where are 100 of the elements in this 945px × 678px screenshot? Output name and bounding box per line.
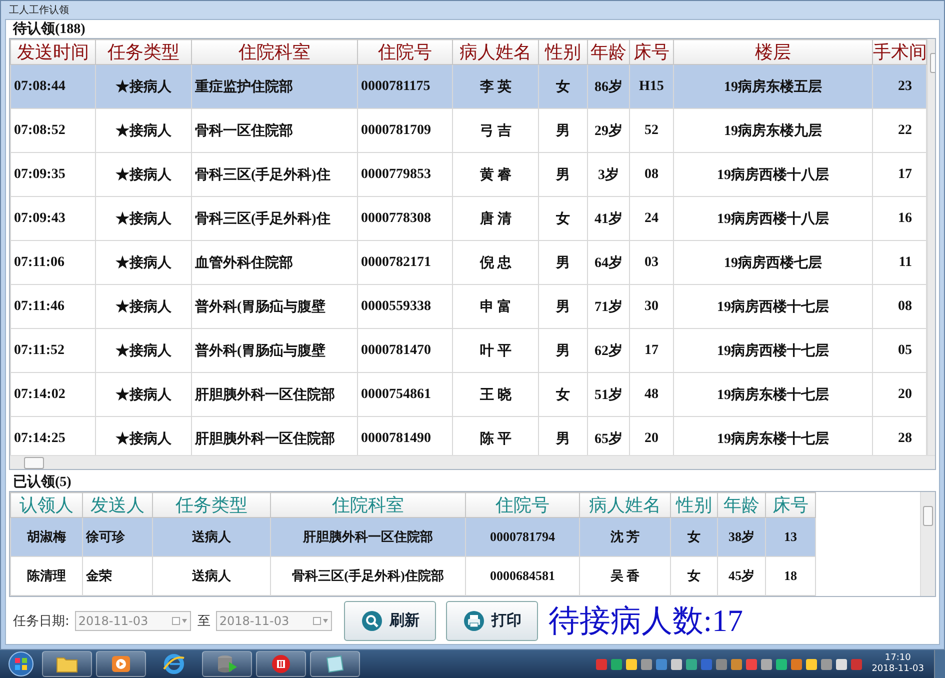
table-cell: 51岁 [594, 388, 622, 402]
table-cell: ★接病人 [116, 344, 172, 358]
table-row[interactable]: 07:08:52 ★接病人 骨科一区住院部 0000781709 弓 吉 男 29岁 52 19病房东楼九层 22 [10, 108, 926, 152]
column-header[interactable]: 性别 [670, 492, 718, 518]
column-header[interactable]: 发送人 [82, 492, 152, 518]
table-row[interactable]: 陈清理 金荣 送病人 骨科三区(手足外科)住院部 0000684581 吴 香 女 45岁 18 [10, 556, 816, 596]
table-cell: 骨科三区(手足外科)住 [195, 168, 330, 182]
table-row[interactable]: 07:11:46 ★接病人 普外科(胃肠疝与腹壁 0000559338 申 富 男 71岁 30 19病房西楼十七层 08 [10, 284, 926, 328]
table-cell: 48 [644, 386, 658, 402]
app-taskbar-icon[interactable] [256, 651, 306, 677]
table-cell: 女 [556, 80, 570, 94]
tray-icon[interactable] [806, 658, 817, 670]
table-row[interactable]: 07:11:52 ★接病人 普外科(胃肠疝与腹壁 0000781470 叶 平 男 62岁 17 19病房西楼十七层 05 [10, 328, 926, 372]
table-cell: ★接病人 [116, 388, 172, 402]
table-row[interactable]: 07:09:35 ★接病人 骨科三区(手足外科)住 0000779853 黄 睿 男 3岁 08 19病房西楼十八层 17 [10, 152, 926, 196]
table-cell: 唐 清 [480, 212, 512, 226]
column-header[interactable]: 床号 [766, 492, 816, 518]
table-cell: 64岁 [594, 256, 622, 270]
table-cell: ★接病人 [116, 256, 172, 270]
column-header[interactable]: 任务类型 [96, 40, 192, 64]
media-player-taskbar-icon[interactable] [96, 651, 146, 677]
table-cell: ★接病人 [116, 432, 172, 446]
table-row[interactable]: 07:08:44 ★接病人 重症监护住院部 0000781175 李 英 女 86岁 H15 19病房东楼五层 23 [10, 64, 926, 108]
horizontal-scrollbar[interactable] [10, 455, 935, 469]
print-button[interactable]: 打印 [446, 600, 538, 640]
table-cell: 07:11:06 [14, 254, 65, 270]
refresh-button[interactable]: 刷新 [344, 600, 436, 640]
column-header[interactable]: 年龄 [718, 492, 766, 518]
table-cell: 男 [556, 344, 570, 358]
clock-date: 2018-11-03 [872, 664, 924, 675]
tray-icon[interactable] [640, 658, 652, 670]
column-header[interactable]: 认领人 [10, 492, 82, 518]
table-cell: 19病房西楼十八层 [717, 212, 829, 226]
tray-icon[interactable] [730, 658, 742, 670]
table-cell: 65岁 [594, 432, 622, 446]
column-header[interactable]: 任务类型 [152, 492, 270, 518]
table-cell: 男 [556, 300, 570, 314]
table-cell: 0000559338 [361, 298, 431, 314]
tray-icon[interactable] [836, 658, 847, 670]
table-cell: 29岁 [594, 124, 622, 138]
table-cell: 19病房东楼十七层 [717, 388, 829, 402]
column-header[interactable]: 住院号 [358, 40, 452, 64]
table-cell: 金荣 [86, 568, 112, 583]
table-cell: 肝胆胰外科一区住院部 [303, 529, 433, 544]
folder-taskbar-icon[interactable] [42, 651, 92, 677]
table-cell: 血管外科住院部 [195, 256, 293, 270]
group-label: 已认领(5) [12, 474, 72, 491]
column-header[interactable]: 楼层 [674, 40, 872, 64]
waiting-count: 待接病人数:17 [548, 602, 744, 640]
column-header[interactable]: 病人姓名 [580, 492, 670, 518]
table-cell: 沈 芳 [610, 529, 640, 544]
column-header[interactable]: 年龄 [588, 40, 630, 64]
search-icon [361, 610, 384, 632]
tray-icon[interactable] [760, 658, 772, 670]
table-cell: 03 [644, 254, 658, 270]
column-header[interactable]: 病人姓名 [452, 40, 538, 64]
table-cell: 0000779853 [361, 166, 431, 182]
table-cell: 23 [898, 78, 912, 94]
column-header[interactable]: 发送时间 [10, 40, 96, 64]
table-row[interactable]: 07:11:06 ★接病人 血管外科住院部 0000782171 倪 忠 男 64岁 03 19病房西楼七层 11 [10, 240, 926, 284]
table-row[interactable]: 胡淑梅 徐可珍 送病人 肝胆胰外科一区住院部 0000781794 沈 芳 女 38岁 13 [10, 518, 816, 556]
column-header[interactable]: 性别 [538, 40, 588, 64]
table-cell: 07:14:02 [14, 386, 66, 402]
table-cell: 07:11:46 [14, 298, 65, 314]
tray-icon[interactable] [626, 658, 637, 670]
table-cell: 45岁 [728, 568, 754, 583]
table-row[interactable]: 07:14:02 ★接病人 肝胆胰外科一区住院部 0000754861 王 晓 女 51岁 48 19病房东楼十七层 20 [10, 372, 926, 416]
tray-icon[interactable] [790, 658, 802, 670]
column-header[interactable]: 床号 [630, 40, 674, 64]
vertical-scrollbar[interactable] [920, 492, 935, 596]
table-cell: 李 英 [480, 80, 512, 94]
tray-icon[interactable] [776, 658, 787, 670]
table-cell: 62岁 [594, 344, 622, 358]
table-cell: 骨科三区(手足外科)住 [195, 212, 330, 226]
tray-icon[interactable] [610, 658, 622, 670]
table-cell: 0000684581 [490, 568, 555, 583]
table-cell: 女 [556, 212, 570, 226]
table-cell: 普外科(胃肠疝与腹壁 [195, 300, 326, 314]
column-header[interactable]: 住院科室 [270, 492, 466, 518]
table-cell: 19病房西楼十七层 [717, 300, 829, 314]
column-header[interactable]: 住院号 [466, 492, 580, 518]
tray-icon[interactable] [686, 658, 697, 670]
table-cell: 19病房西楼七层 [724, 256, 822, 270]
table-cell: 胡淑梅 [27, 529, 66, 544]
database-taskbar-icon[interactable] [202, 651, 252, 677]
notepad-taskbar-icon[interactable] [310, 651, 360, 677]
table-cell: 倪 忠 [480, 256, 512, 270]
window-title: 工人工作认领 [9, 4, 69, 17]
table-cell: 38岁 [728, 529, 754, 544]
table-cell: 13 [784, 529, 797, 544]
tray-icon[interactable] [670, 658, 682, 670]
table-row[interactable]: 07:09:43 ★接病人 骨科三区(手足外科)住 0000778308 唐 清 女 41岁 24 19病房西楼十八层 16 [10, 196, 926, 240]
table-cell: 0000782171 [361, 254, 431, 270]
table-cell: 徐可珍 [86, 529, 125, 544]
printer-icon [463, 610, 486, 632]
tray-icon[interactable] [820, 658, 832, 670]
column-header[interactable]: 住院科室 [192, 40, 358, 64]
column-header[interactable]: 手术间 [872, 40, 926, 64]
table-cell: 07:08:52 [14, 122, 66, 138]
table-cell: 19病房西楼十七层 [717, 344, 829, 358]
